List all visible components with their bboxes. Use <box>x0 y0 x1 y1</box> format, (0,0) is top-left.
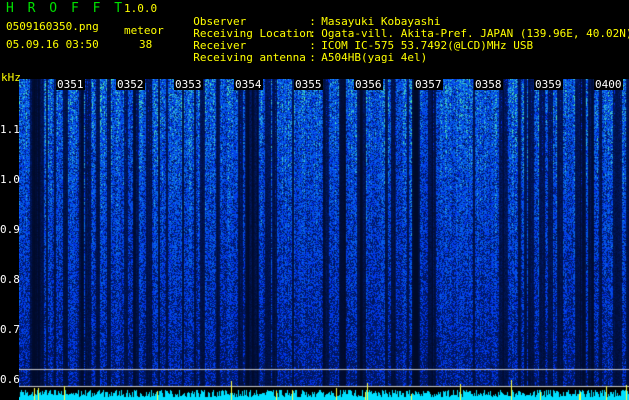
y-tick-label: 0.9 <box>0 223 20 236</box>
time-tick-label: 0352 <box>116 78 145 91</box>
y-tick-label: 0.6 <box>0 373 20 386</box>
info-row-antenna: Receiving antenna: A504HB(yagi 4el) <box>193 51 428 64</box>
spectrogram-waterfall <box>19 79 629 400</box>
info-value: A504HB(yagi 4el) <box>321 51 428 64</box>
y-tick-label: 1.0 <box>0 173 20 186</box>
time-tick-label: 0357 <box>414 78 443 91</box>
time-tick-label: 0400 <box>594 78 623 91</box>
app-version: 1.0.0 <box>124 2 158 15</box>
meteor-count-label: meteor <box>124 24 164 37</box>
datetime: 05.09.16 03:50 <box>6 38 99 51</box>
y-tick-label: 0.7 <box>0 323 20 336</box>
meteor-count-value: 38 <box>139 38 153 51</box>
time-tick-label: 0351 <box>56 78 85 91</box>
time-tick-label: 0359 <box>534 78 563 91</box>
time-tick-label: 0353 <box>174 78 203 91</box>
frequency-unit-label: kHz <box>1 71 21 84</box>
app-title: H R O F F T <box>6 1 126 16</box>
file-name: 0509160350.png <box>6 20 99 33</box>
time-tick-label: 0354 <box>234 78 263 91</box>
y-tick-label: 1.1 <box>0 123 20 136</box>
y-tick-label: 0.8 <box>0 273 20 286</box>
time-tick-label: 0356 <box>354 78 383 91</box>
time-tick-label: 0358 <box>474 78 503 91</box>
info-key: Receiving antenna <box>193 51 306 64</box>
time-tick-label: 0355 <box>294 78 323 91</box>
